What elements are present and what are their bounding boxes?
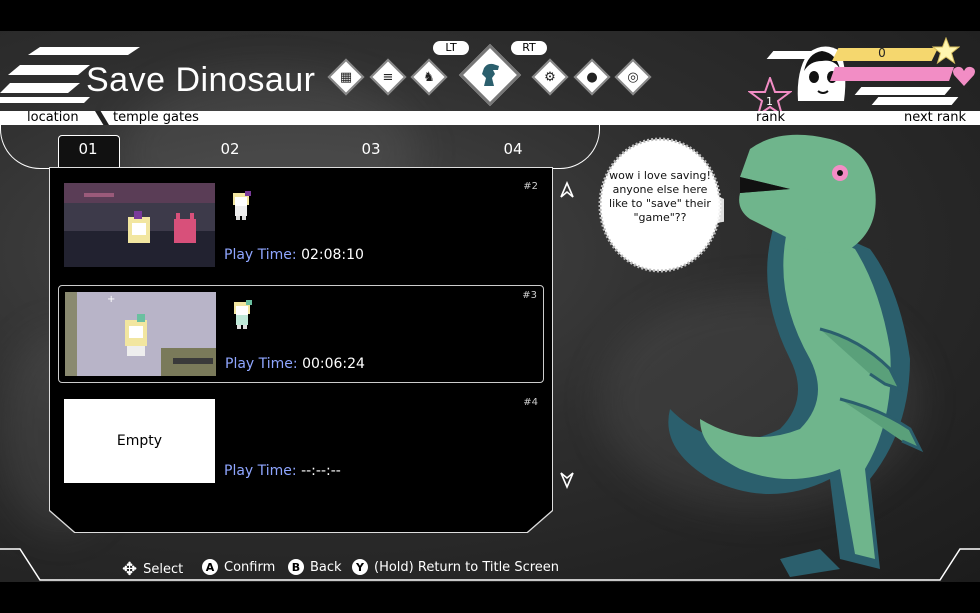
lt-button-label[interactable]: LT xyxy=(433,41,469,55)
tab-01[interactable]: 01 xyxy=(58,140,118,158)
a-button-icon: A xyxy=(202,559,218,575)
menu-items-button[interactable]: ● xyxy=(573,58,611,96)
save-slot-empty[interactable]: #4 Empty Play Time: --:--:-- xyxy=(58,393,544,491)
tab-03[interactable]: 03 xyxy=(341,140,401,158)
rank-label: rank xyxy=(756,110,786,125)
menu-list-button[interactable]: ≡ xyxy=(369,58,407,96)
dinosaur-illustration xyxy=(668,134,924,577)
svg-text:+: + xyxy=(107,294,115,305)
health-bar xyxy=(830,67,954,81)
scroll-down-icon[interactable] xyxy=(559,469,575,489)
hint-title-label: (Hold) Return to Title Screen xyxy=(374,559,560,575)
hint-select-label: Select xyxy=(143,562,184,577)
list-icon: ≡ xyxy=(382,69,394,85)
heart-icon xyxy=(953,66,975,86)
hint-back-label: Back xyxy=(310,559,342,575)
target-icon: ◎ xyxy=(627,69,639,85)
tab-02[interactable]: 02 xyxy=(200,140,260,158)
tab-04[interactable]: 04 xyxy=(483,140,543,158)
gear-icon: ⚙ xyxy=(544,69,556,85)
menu-settings-button[interactable]: ⚙ xyxy=(531,58,569,96)
gold-value: 0 xyxy=(878,46,886,60)
save-slot[interactable]: #2 Play Time: 02:08:10 xyxy=(58,177,544,275)
slot-screenshot: + xyxy=(65,292,216,376)
rank-stripe xyxy=(854,87,952,95)
map-icon: ▦ xyxy=(339,69,353,85)
menu-party-button[interactable]: ♞ xyxy=(410,58,448,96)
hint-confirm-label: Confirm xyxy=(224,559,276,575)
hint-confirm: A Confirm xyxy=(202,559,275,575)
location-value: temple gates xyxy=(113,110,199,125)
slot-number: #2 xyxy=(523,181,538,192)
play-time-value: --:--:-- xyxy=(301,463,341,479)
dinosaur-icon xyxy=(471,56,509,94)
rt-button-label[interactable]: RT xyxy=(511,41,547,55)
y-button-icon: Y xyxy=(352,559,368,575)
character-sprite xyxy=(233,191,251,220)
menu-save-button[interactable] xyxy=(458,43,522,107)
b-button-icon: B xyxy=(288,559,304,575)
location-label: location xyxy=(27,110,79,125)
save-slot-selected[interactable]: #3 + Play Time: 00:06:24 xyxy=(58,285,544,383)
star-icon xyxy=(932,37,960,65)
rank-stripe xyxy=(871,97,959,105)
rank-value: 1 xyxy=(766,95,773,108)
slot-number: #4 xyxy=(523,397,538,408)
empty-slot-thumb: Empty xyxy=(64,399,215,483)
hint-select: ✥ Select xyxy=(122,559,183,580)
play-time-label: Play Time: xyxy=(224,463,297,479)
save-screen: Save Dinosaur LT RT ▦ ≡ ♞ ⚙ ● ◎ 0 1 loca… xyxy=(0,31,980,582)
slot-screenshot xyxy=(64,183,215,267)
play-time-value: 02:08:10 xyxy=(301,247,364,263)
next-rank-label: next rank xyxy=(903,110,966,125)
dpad-icon: ✥ xyxy=(122,559,138,580)
empty-label: Empty xyxy=(116,433,163,449)
menu-target-button[interactable]: ◎ xyxy=(614,58,652,96)
play-time: Play Time: 02:08:10 xyxy=(224,247,364,263)
play-time: Play Time: 00:06:24 xyxy=(225,356,365,372)
chess-knight-icon: ♞ xyxy=(423,69,435,85)
bomb-icon: ● xyxy=(586,69,598,85)
slot-number: #3 xyxy=(522,290,537,301)
character-sprite xyxy=(234,300,252,329)
hint-title: Y (Hold) Return to Title Screen xyxy=(352,559,559,575)
play-time: Play Time: --:--:-- xyxy=(224,463,341,479)
play-time-label: Play Time: xyxy=(224,247,297,263)
page-title: Save Dinosaur xyxy=(86,61,316,99)
play-time-label: Play Time: xyxy=(225,356,298,372)
scroll-up-icon[interactable] xyxy=(559,181,575,201)
play-time-value: 00:06:24 xyxy=(302,356,365,372)
hint-back: B Back xyxy=(288,559,342,575)
